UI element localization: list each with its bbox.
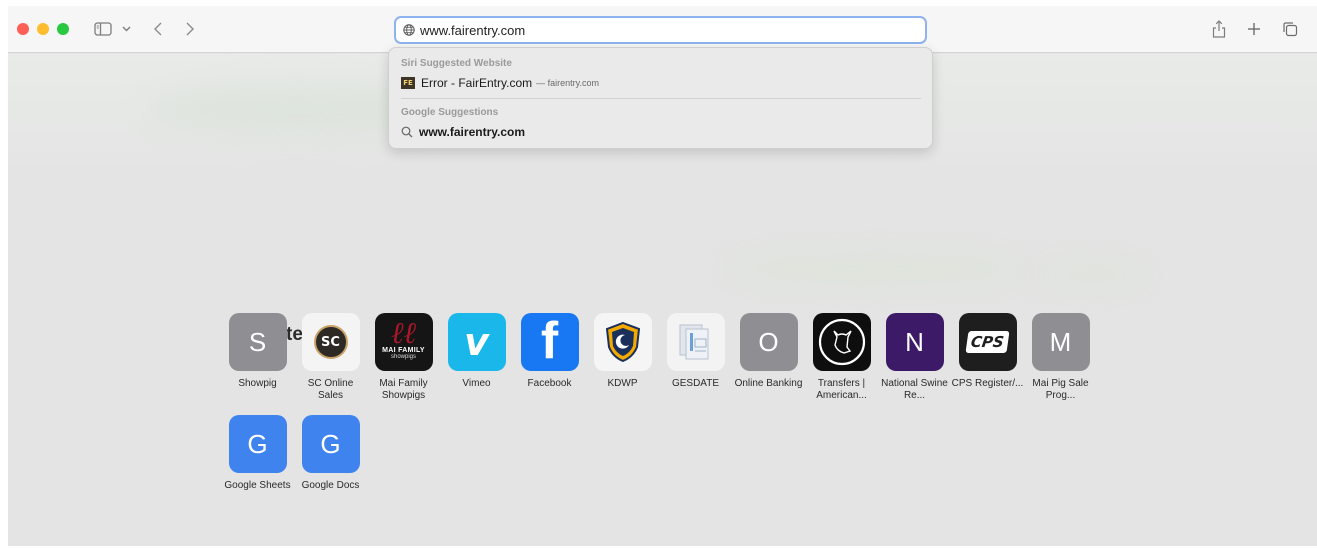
favorite-mai-family-showpigs[interactable]: ℓℓ MAI FAMILY showpigs Mai Family Showpi… bbox=[367, 313, 440, 402]
divider bbox=[401, 98, 921, 99]
mai-family-logo-icon: ℓℓ MAI FAMILY showpigs bbox=[374, 313, 433, 371]
address-text: www.fairentry.com bbox=[420, 22, 526, 38]
sidebar-icon[interactable] bbox=[94, 21, 112, 37]
share-icon[interactable] bbox=[1211, 18, 1227, 40]
search-icon bbox=[401, 126, 413, 138]
favorite-label: National Swine Re... bbox=[881, 378, 948, 401]
favorite-label: Online Banking bbox=[734, 378, 803, 389]
minimize-button[interactable] bbox=[37, 23, 49, 35]
favorite-label: Facebook bbox=[527, 378, 572, 389]
favorite-label: GESDATE bbox=[671, 378, 720, 389]
facebook-logo-icon: f bbox=[520, 313, 579, 371]
favorite-label: CPS Register/... bbox=[951, 378, 1024, 389]
close-button[interactable] bbox=[17, 23, 29, 35]
vimeo-logo-icon: v bbox=[447, 313, 506, 371]
gesdate-document-icon bbox=[666, 313, 725, 371]
favorite-label: Mai Family Showpigs bbox=[379, 378, 428, 401]
chevron-down-icon[interactable] bbox=[121, 24, 131, 34]
favorite-label: Google Sheets bbox=[224, 480, 291, 491]
address-bar[interactable]: www.fairentry.com bbox=[394, 16, 927, 44]
favorite-gesdate[interactable]: GESDATE bbox=[659, 313, 732, 390]
new-tab-icon[interactable] bbox=[1246, 20, 1262, 38]
forward-icon[interactable] bbox=[184, 20, 196, 38]
favorite-facebook[interactable]: f Facebook bbox=[513, 313, 586, 390]
google-suggestion-row[interactable]: www.fairentry.com bbox=[401, 125, 525, 139]
cps-logo-icon: CPS bbox=[958, 313, 1017, 371]
back-icon[interactable] bbox=[152, 20, 164, 38]
favorite-sc-online-sales[interactable]: SC SC Online Sales bbox=[294, 313, 367, 402]
toolbar: www.fairentry.com bbox=[8, 6, 1317, 53]
zoom-button[interactable] bbox=[57, 23, 69, 35]
siri-suggested-header: Siri Suggested Website bbox=[401, 58, 512, 69]
fairentry-favicon-icon: FE bbox=[401, 77, 415, 89]
favorite-label: Showpig bbox=[238, 378, 277, 389]
globe-icon bbox=[403, 24, 415, 36]
address-suggestions-dropdown: Siri Suggested Website FE Error - FairEn… bbox=[388, 47, 933, 149]
letter-tile: G bbox=[301, 415, 360, 473]
favorite-national-swine[interactable]: N National Swine Re... bbox=[878, 313, 951, 402]
favorite-vimeo[interactable]: v Vimeo bbox=[440, 313, 513, 390]
favorite-showpig[interactable]: S Showpig bbox=[221, 313, 294, 390]
safari-window: www.fairentry.com Favorites S Showpig SC… bbox=[8, 6, 1317, 546]
letter-tile: O bbox=[739, 313, 798, 371]
favorite-label: KDWP bbox=[607, 378, 638, 389]
tab-overview-icon[interactable] bbox=[1281, 20, 1299, 38]
favorite-google-sheets[interactable]: G Google Sheets bbox=[221, 415, 294, 492]
suggestion-title: Error - FairEntry.com bbox=[421, 76, 533, 90]
favorite-transfers-american[interactable]: Transfers | American... bbox=[805, 313, 878, 402]
favorite-online-banking[interactable]: O Online Banking bbox=[732, 313, 805, 390]
favorite-label: Google Docs bbox=[301, 480, 360, 491]
suggestion-domain: — fairentry.com bbox=[536, 78, 599, 88]
letter-tile: N bbox=[885, 313, 944, 371]
favorite-label: Transfers | American... bbox=[816, 378, 867, 401]
favorite-label: Mai Pig Sale Prog... bbox=[1032, 378, 1089, 401]
sc-online-sales-logo-icon: SC bbox=[301, 313, 360, 371]
favorite-google-docs[interactable]: G Google Docs bbox=[294, 415, 367, 492]
google-suggestions-header: Google Suggestions bbox=[401, 107, 499, 118]
suggestion-query: www.fairentry.com bbox=[419, 125, 526, 139]
favorite-mai-pig-sale[interactable]: M Mai Pig Sale Prog... bbox=[1024, 313, 1097, 402]
kdwp-shield-icon bbox=[593, 313, 652, 371]
favorite-label: SC Online Sales bbox=[307, 378, 354, 401]
letter-tile: M bbox=[1031, 313, 1090, 371]
letter-tile: S bbox=[228, 313, 287, 371]
siri-suggestion-row[interactable]: FE Error - FairEntry.com — fairentry.com bbox=[401, 76, 599, 90]
favorite-label: Vimeo bbox=[462, 378, 491, 389]
favorite-cps-register[interactable]: CPS CPS Register/... bbox=[951, 313, 1024, 390]
transfers-logo-icon bbox=[812, 313, 871, 371]
favorite-kdwp[interactable]: KDWP bbox=[586, 313, 659, 390]
letter-tile: G bbox=[228, 415, 287, 473]
